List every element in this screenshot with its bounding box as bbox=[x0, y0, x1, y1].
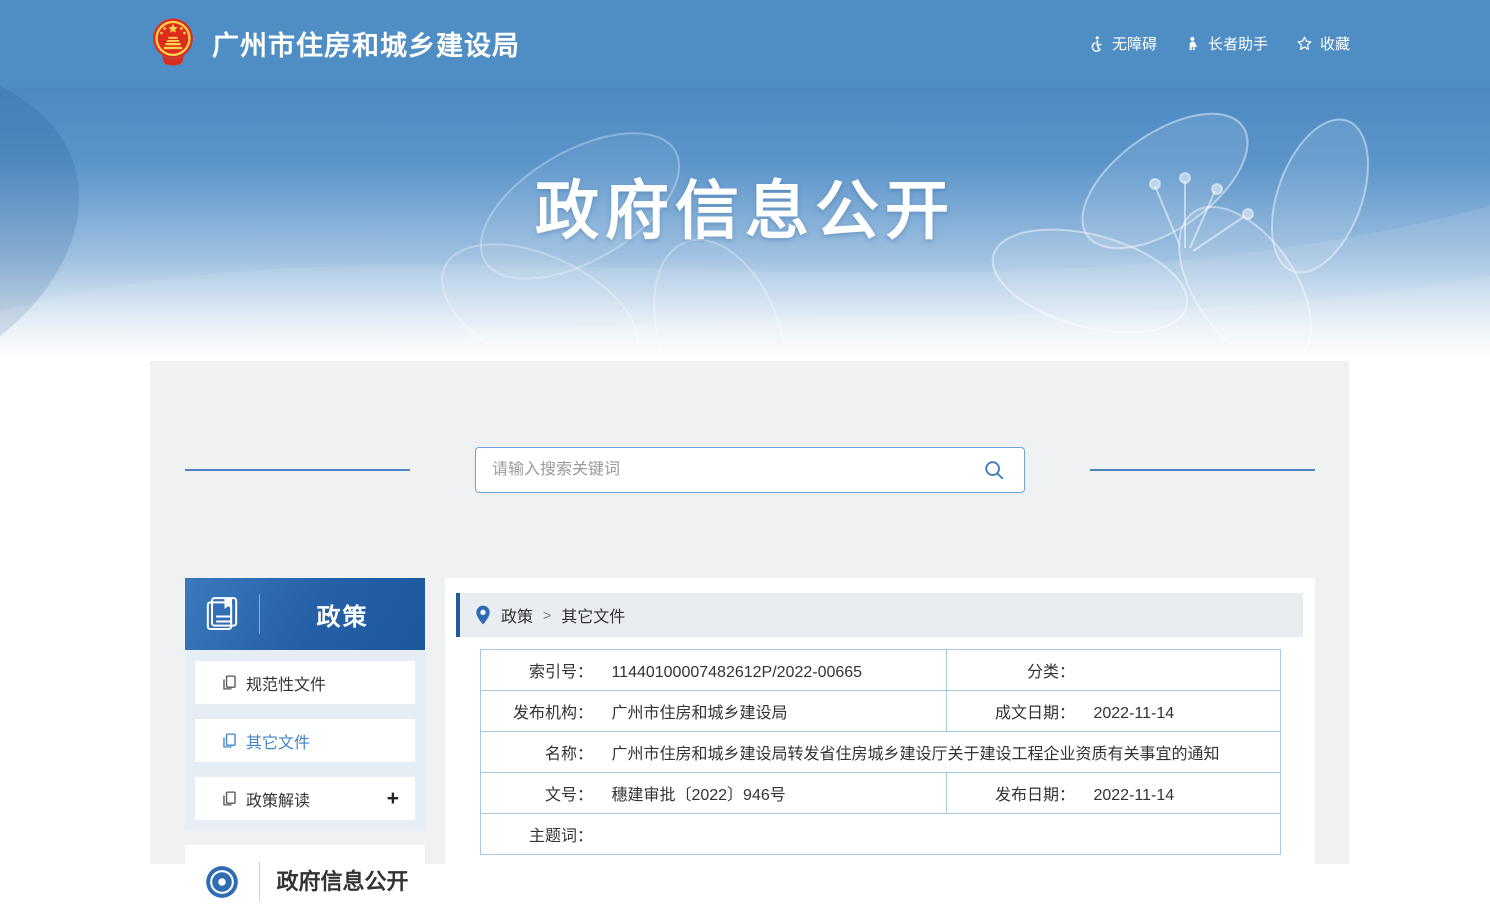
info-circle-icon bbox=[202, 862, 242, 902]
sidebar-item-normative-docs[interactable]: 规范性文件 bbox=[195, 661, 415, 704]
name-cell: 名称： 广州市住房和城乡建设局转发省住房城乡建设厅关于建设工程企业资质有关事宜的… bbox=[481, 732, 1281, 773]
written-date-value: 2022-11-14 bbox=[1093, 705, 1174, 722]
decor-line-left bbox=[185, 469, 410, 471]
sidebar-item-label: 其它文件 bbox=[246, 729, 310, 753]
accessibility-icon bbox=[1088, 35, 1105, 52]
sidebar-item-label: 规范性文件 bbox=[246, 671, 326, 695]
index-value: 11440100007482612P/2022-00665 bbox=[611, 664, 862, 681]
breadcrumb: 政策 > 其它文件 bbox=[456, 593, 1303, 637]
index-cell: 索引号： 11440100007482612P/2022-00665 bbox=[481, 650, 947, 691]
table-row: 文号： 穗建审批〔2022〕946号 发布日期： 2022-11-14 bbox=[481, 773, 1281, 814]
table-row: 名称： 广州市住房和城乡建设局转发省住房城乡建设厅关于建设工程企业资质有关事宜的… bbox=[481, 732, 1281, 773]
accessibility-label: 无障碍 bbox=[1112, 33, 1157, 54]
keywords-label: 主题词： bbox=[481, 822, 593, 846]
search-icon bbox=[983, 459, 1005, 481]
table-row: 索引号： 11440100007482612P/2022-00665 分类： bbox=[481, 650, 1281, 691]
category-cell: 分类： bbox=[947, 650, 1281, 691]
star-icon bbox=[1296, 35, 1313, 52]
document-icon bbox=[221, 674, 238, 691]
search-box bbox=[475, 447, 1025, 493]
breadcrumb-item-other-docs[interactable]: 其它文件 bbox=[561, 603, 625, 627]
content-card: 政策 > 其它文件 索引号： 11440100007482612P/2022-0… bbox=[445, 578, 1315, 864]
doc-no-label: 文号： bbox=[481, 781, 593, 805]
name-value: 广州市住房和城乡建设局转发省住房城乡建设厅关于建设工程企业资质有关事宜的通知 bbox=[611, 746, 1219, 763]
banner: 政府信息公开 bbox=[0, 86, 1490, 361]
publisher-label: 发布机构： bbox=[481, 699, 593, 723]
publish-date-value: 2022-11-14 bbox=[1093, 787, 1174, 804]
keywords-cell: 主题词： bbox=[481, 814, 1281, 855]
publish-date-cell: 发布日期： 2022-11-14 bbox=[947, 773, 1281, 814]
index-label: 索引号： bbox=[481, 658, 593, 682]
sidebar: 政策 规范性文件 其它文件 bbox=[185, 578, 425, 919]
sidebar-item-label: 政策解读 bbox=[246, 787, 310, 811]
table-row: 主题词： bbox=[481, 814, 1281, 855]
document-meta-table: 索引号： 11440100007482612P/2022-00665 分类： 发… bbox=[480, 649, 1281, 855]
location-pin-icon bbox=[475, 605, 491, 625]
sidebar-item-policy-interpretation[interactable]: 政策解读 + bbox=[195, 777, 415, 820]
main-container: 政策 规范性文件 其它文件 bbox=[150, 361, 1349, 864]
page-title: 政府信息公开 bbox=[0, 160, 1490, 252]
written-date-cell: 成文日期： 2022-11-14 bbox=[947, 691, 1281, 732]
name-label: 名称： bbox=[481, 740, 593, 764]
sidebar-section-gov-info[interactable]: 政府信息公开 bbox=[185, 845, 425, 919]
document-icon bbox=[221, 790, 238, 807]
doc-no-value: 穗建审批〔2022〕946号 bbox=[611, 787, 785, 804]
table-row: 发布机构： 广州市住房和城乡建设局 成文日期： 2022-11-14 bbox=[481, 691, 1281, 732]
publisher-value: 广州市住房和城乡建设局 bbox=[611, 705, 787, 722]
expand-plus-icon[interactable]: + bbox=[387, 788, 399, 809]
written-date-label: 成文日期： bbox=[947, 699, 1075, 723]
topbar-links: 无障碍 长者助手 收藏 bbox=[1088, 33, 1350, 54]
doc-no-cell: 文号： 穗建审批〔2022〕946号 bbox=[481, 773, 947, 814]
search-input[interactable] bbox=[492, 461, 980, 479]
favorite-label: 收藏 bbox=[1320, 33, 1350, 54]
elder-assist-label: 长者助手 bbox=[1208, 33, 1268, 54]
accessibility-link[interactable]: 无障碍 bbox=[1088, 33, 1157, 54]
sidebar-policy-panel: 规范性文件 其它文件 政策解读 bbox=[185, 650, 425, 831]
elder-assist-icon bbox=[1185, 35, 1201, 52]
document-icon bbox=[221, 732, 238, 749]
site-logo-brand[interactable]: 广州市住房和城乡建设局 bbox=[148, 17, 520, 69]
decor-line-right bbox=[1090, 469, 1315, 471]
publish-date-label: 发布日期： bbox=[947, 781, 1075, 805]
sidebar-section-gov-info-title: 政府信息公开 bbox=[260, 868, 425, 896]
sidebar-item-other-docs[interactable]: 其它文件 bbox=[195, 719, 415, 762]
sidebar-section-policy-title: 政策 bbox=[260, 597, 425, 632]
category-label: 分类： bbox=[947, 658, 1075, 682]
elder-assist-link[interactable]: 长者助手 bbox=[1185, 33, 1268, 54]
search-button[interactable] bbox=[980, 456, 1008, 484]
sidebar-section-policy[interactable]: 政策 bbox=[185, 578, 425, 650]
national-emblem-icon bbox=[148, 17, 198, 69]
publisher-cell: 发布机构： 广州市住房和城乡建设局 bbox=[481, 691, 947, 732]
breadcrumb-separator: > bbox=[543, 607, 551, 623]
book-icon bbox=[202, 594, 242, 634]
favorite-link[interactable]: 收藏 bbox=[1296, 33, 1350, 54]
breadcrumb-item-policy[interactable]: 政策 bbox=[501, 603, 533, 627]
top-bar: 广州市住房和城乡建设局 无障碍 长者助手 收藏 bbox=[0, 0, 1490, 86]
site-title: 广州市住房和城乡建设局 bbox=[212, 24, 520, 63]
